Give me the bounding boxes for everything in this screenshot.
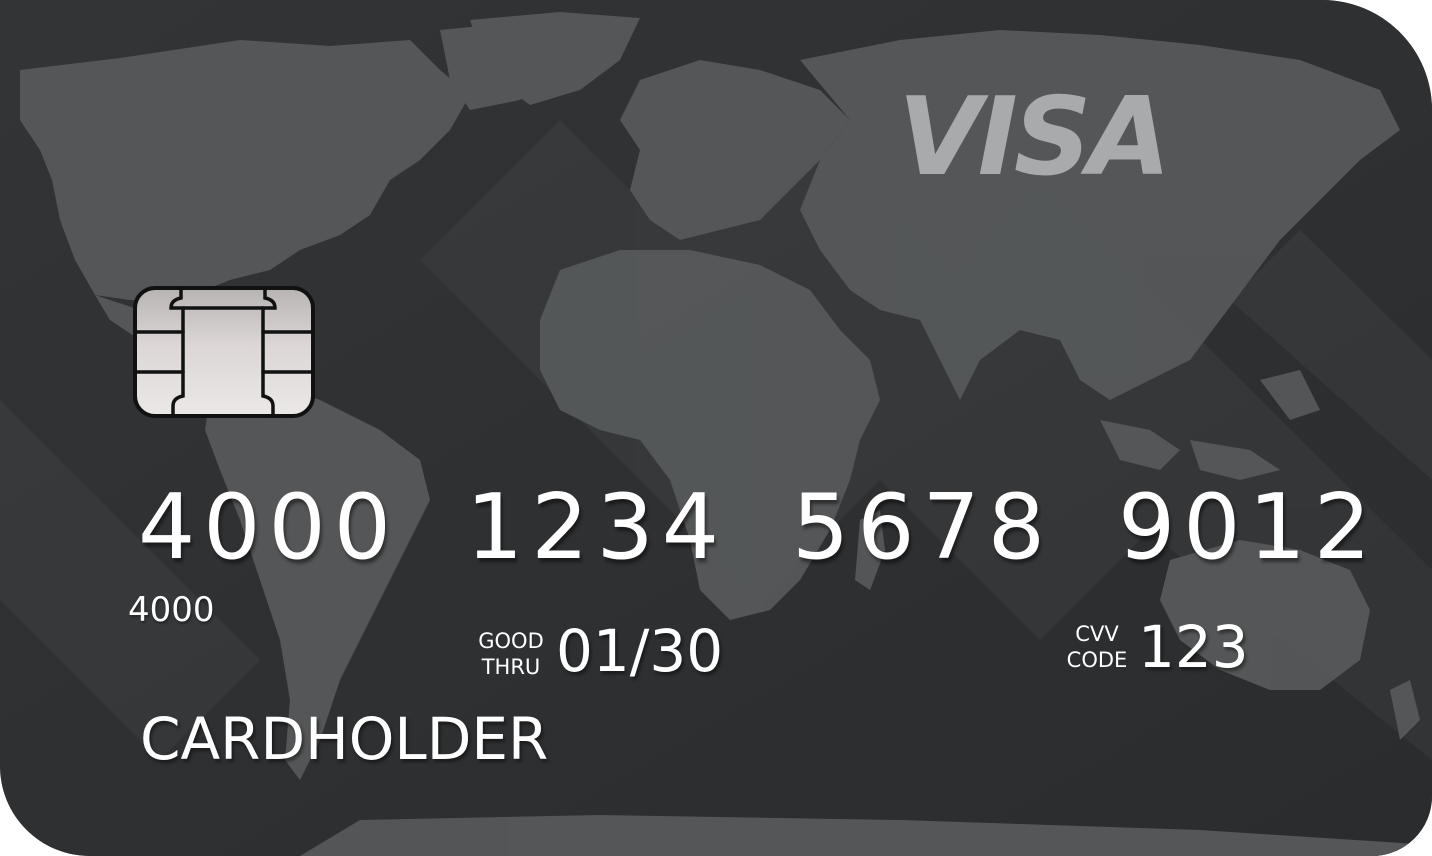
- emv-chip-icon: [133, 286, 315, 418]
- card-number-group-1: 4000: [138, 475, 400, 580]
- expiry-date: 01/30: [556, 617, 724, 685]
- cardholder-name: CARDHOLDER: [140, 705, 549, 773]
- cvv-label-line1: CVV: [1075, 622, 1119, 646]
- card-number-group-4: 9012: [1118, 475, 1380, 580]
- expiry-label: GOOD THRU: [470, 628, 552, 680]
- cvv-label: CVV CODE: [1060, 621, 1134, 673]
- expiry-label-line2: THRU: [481, 655, 541, 679]
- cvv-code: 123: [1138, 613, 1249, 681]
- card-number-group-2: 1234: [466, 475, 728, 580]
- expiry-label-line1: GOOD: [478, 629, 544, 653]
- credit-card: VISA 4000 1234 5678 9012 4000 GOOD THRU …: [0, 0, 1432, 856]
- card-number-prefix-small: 4000: [128, 590, 215, 630]
- card-number-group-3: 5678: [792, 475, 1054, 580]
- cvv-label-line2: CODE: [1066, 648, 1128, 672]
- visa-logo: VISA: [898, 75, 1171, 200]
